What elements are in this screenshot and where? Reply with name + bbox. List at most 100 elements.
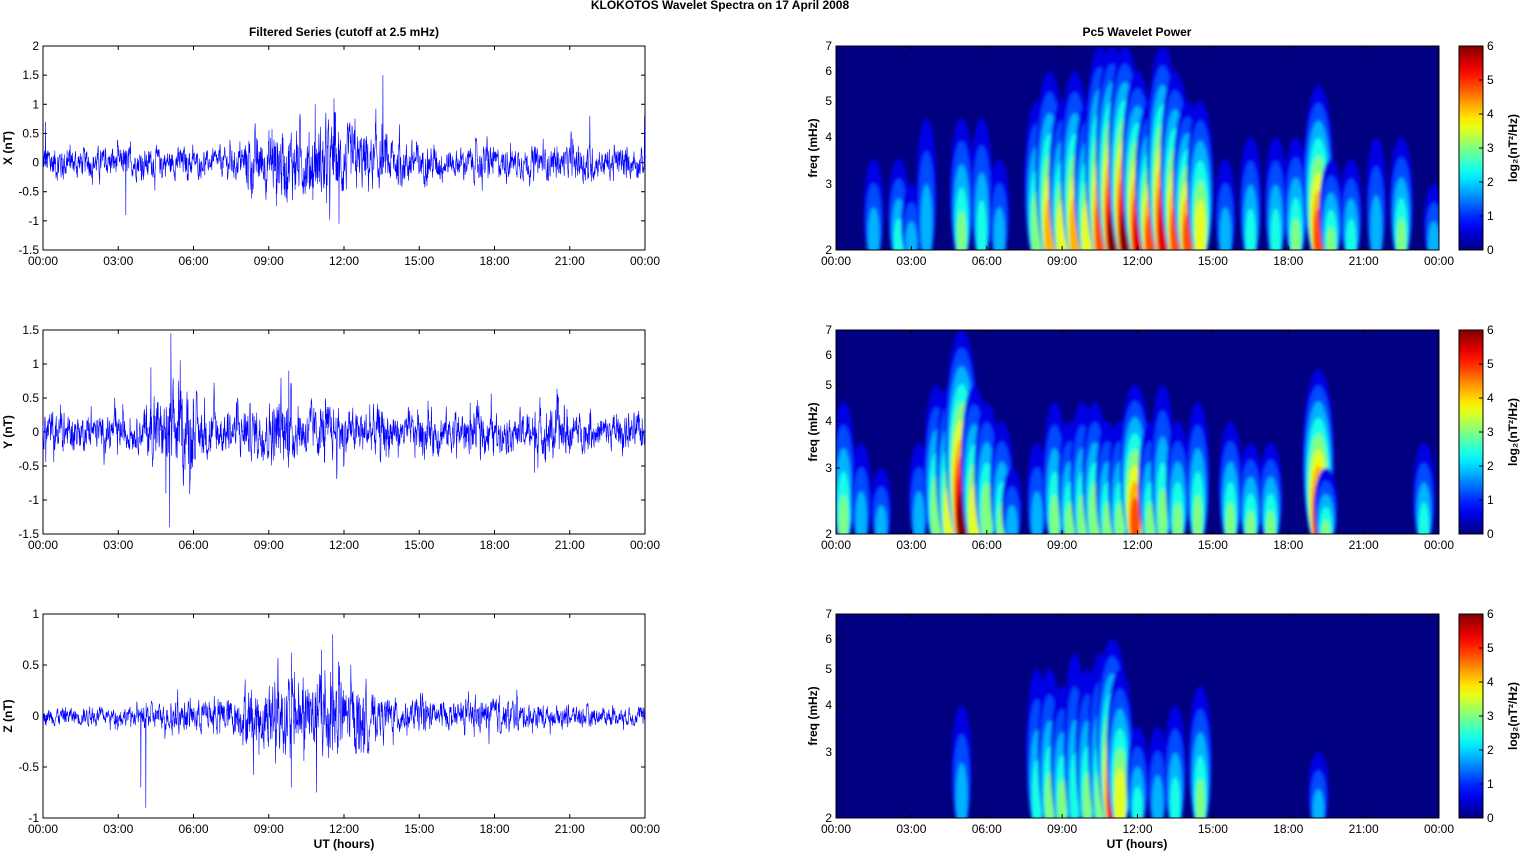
colorbar-tick-label: 1: [1487, 493, 1494, 507]
colorbar-tick-label: 3: [1487, 425, 1494, 439]
colorbar-tick-label: 5: [1487, 357, 1494, 371]
x-tick-label: 09:00: [254, 822, 284, 836]
freq-tick-label: 5: [825, 94, 832, 108]
x-tick-label: 09:00: [254, 538, 284, 552]
freq-tick-label: 6: [825, 632, 832, 646]
power-contour: [1151, 775, 1164, 818]
x-tick-label: 15:00: [1198, 822, 1228, 836]
x-tick-label: 00:00: [821, 538, 851, 552]
power-contour: [1158, 488, 1168, 534]
spectrogram-panel-x: 234567freq (mHz)00:00 03:00 06:00 09:00 12:0…: [806, 39, 1454, 268]
power-contour: [957, 210, 967, 250]
x-tick-label: 03:00: [896, 254, 926, 268]
freq-tick-label: 6: [825, 64, 832, 78]
power-contour: [1321, 519, 1331, 534]
y-tick-label: -0.5: [18, 760, 39, 774]
left-xlabel: UT (hours): [314, 837, 375, 851]
freq-tick-label: 7: [825, 39, 832, 53]
colorbar-label: log₂(nT²/Hz): [1506, 682, 1520, 750]
x-tick-label: 21:00: [555, 538, 585, 552]
power-contour: [1031, 491, 1043, 534]
colorbar-tick-label: 6: [1487, 323, 1494, 337]
x-tick-label: 06:00: [972, 254, 1002, 268]
x-tick-label: 18:00: [1273, 822, 1303, 836]
power-contour: [875, 505, 887, 534]
x-tick-label: 12:00: [329, 254, 359, 268]
colorbar-label: log₂(nT²/Hz): [1506, 398, 1520, 466]
colorbar-tick-label: 4: [1487, 391, 1494, 405]
x-tick-label: 00:00: [1424, 538, 1454, 552]
series-panel-y: -1.5-1-0.500.511.5Y (nT)00:00 03:00 06:00 0…: [1, 323, 660, 552]
colorbar-label: log₂(nT²/Hz): [1506, 114, 1520, 182]
x-tick-label: 00:00: [28, 538, 58, 552]
freq-tick-label: 6: [825, 348, 832, 362]
x-tick-label: 21:00: [1349, 254, 1379, 268]
x-tick-label: 21:00: [555, 822, 585, 836]
colorbar-tick-label: 4: [1487, 107, 1494, 121]
x-tick-label: 21:00: [1349, 538, 1379, 552]
colorbar-tick-label: 0: [1487, 527, 1494, 541]
colorbar: 0 1 2 3 4 5 6 log₂(nT²/Hz): [1458, 607, 1520, 825]
x-tick-label: 00:00: [821, 254, 851, 268]
colorbar-tick-label: 2: [1487, 175, 1494, 189]
power-contour: [1326, 226, 1336, 250]
freq-tick-label: 4: [825, 414, 832, 428]
x-tick-label: 00:00: [630, 254, 660, 268]
x-tick-label: 09:00: [1047, 822, 1077, 836]
x-tick-label: 00:00: [1424, 254, 1454, 268]
power-contour: [1245, 208, 1256, 250]
colorbar-tick-label: 1: [1487, 777, 1494, 791]
x-tick-label: 15:00: [404, 538, 434, 552]
y-tick-label: 1: [32, 97, 39, 111]
right-column-title: Pc5 Wavelet Power: [1083, 25, 1192, 39]
y-tick-label: 1: [32, 357, 39, 371]
y-tick-label: 1.5: [22, 68, 39, 82]
x-tick-label: 09:00: [254, 254, 284, 268]
y-axis-label: X (nT): [1, 131, 15, 165]
colorbar-tick-label: 4: [1487, 675, 1494, 689]
freq-axis-label: freq (mHz): [806, 402, 820, 461]
power-contour: [1246, 510, 1256, 534]
freq-tick-label: 3: [825, 177, 832, 191]
series-panel-x: -1.5-1-0.500.511.52X (nT)00:00 03:00 06:00…: [1, 39, 660, 268]
left-column-title: Filtered Series (cutoff at 2.5 mHz): [249, 25, 439, 39]
x-tick-label: 09:00: [1047, 538, 1077, 552]
x-tick-label: 18:00: [479, 254, 509, 268]
colorbar-tick-label: 3: [1487, 141, 1494, 155]
freq-tick-label: 7: [825, 323, 832, 337]
x-tick-label: 06:00: [178, 822, 208, 836]
y-tick-label: 0: [32, 156, 39, 170]
x-tick-label: 21:00: [1349, 822, 1379, 836]
x-tick-label: 12:00: [329, 822, 359, 836]
x-tick-label: 00:00: [28, 822, 58, 836]
colorbar-tick-label: 6: [1487, 39, 1494, 53]
figure: KLOKOTOS Wavelet Spectra on 17 April 200…: [1, 0, 1520, 851]
x-tick-label: 15:00: [404, 254, 434, 268]
colorbar-tick-label: 6: [1487, 607, 1494, 621]
x-tick-label: 12:00: [1122, 254, 1152, 268]
x-tick-label: 12:00: [329, 538, 359, 552]
power-contour: [1170, 776, 1181, 818]
colorbar-tick-label: 0: [1487, 811, 1494, 825]
freq-tick-label: 4: [825, 698, 832, 712]
series-panel-z: -1-0.500.51Z (nT)00:00 03:00 06:00 09:00 12:…: [1, 607, 660, 836]
spectrogram-panel-y: 234567freq (mHz)00:00 03:00 06:00 09:00 12:0…: [806, 323, 1454, 552]
power-contour: [1006, 505, 1018, 534]
x-tick-label: 06:00: [972, 822, 1002, 836]
freq-tick-label: 3: [825, 461, 832, 475]
power-contour: [1396, 218, 1406, 250]
y-tick-label: 0: [32, 425, 39, 439]
colorbar-tick-label: 2: [1487, 459, 1494, 473]
power-contour: [855, 491, 867, 534]
freq-axis-label: freq (mHz): [806, 686, 820, 745]
y-tick-label: -1: [28, 493, 39, 507]
x-tick-label: 21:00: [555, 254, 585, 268]
spectrogram-panel-z: 234567freq (mHz)00:00 03:00 06:00 09:00 12:0…: [806, 607, 1454, 836]
colorbar: 0 1 2 3 4 5 6 log₂(nT²/Hz): [1458, 39, 1520, 257]
x-tick-label: 06:00: [178, 538, 208, 552]
x-tick-label: 03:00: [103, 254, 133, 268]
x-tick-label: 00:00: [821, 822, 851, 836]
freq-tick-label: 7: [825, 607, 832, 621]
x-tick-label: 00:00: [630, 538, 660, 552]
power-contour: [1173, 502, 1183, 534]
